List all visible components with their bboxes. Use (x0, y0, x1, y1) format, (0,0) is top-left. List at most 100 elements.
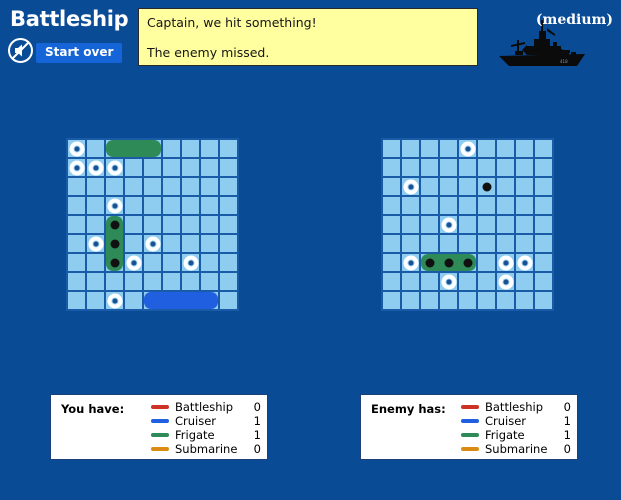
enemy-board[interactable] (381, 138, 554, 311)
enemy-cell[interactable] (497, 178, 514, 195)
enemy-cell[interactable] (535, 216, 552, 233)
player-cell[interactable] (106, 159, 123, 176)
enemy-cell[interactable] (535, 197, 552, 214)
enemy-cell[interactable] (535, 254, 552, 271)
player-cell[interactable] (220, 216, 237, 233)
enemy-cell[interactable] (459, 273, 476, 290)
player-cell[interactable] (125, 159, 142, 176)
player-cell[interactable] (220, 254, 237, 271)
enemy-cell[interactable] (440, 140, 457, 157)
enemy-cell[interactable] (383, 216, 400, 233)
player-cell[interactable] (220, 235, 237, 252)
enemy-cell[interactable] (459, 235, 476, 252)
player-cell[interactable] (68, 216, 85, 233)
player-board-grid[interactable] (68, 140, 237, 309)
enemy-cell[interactable] (516, 254, 533, 271)
enemy-cell[interactable] (402, 140, 419, 157)
player-cell[interactable] (220, 197, 237, 214)
enemy-cell[interactable] (421, 235, 438, 252)
enemy-cell[interactable] (421, 292, 438, 309)
enemy-cell[interactable] (535, 159, 552, 176)
player-cell[interactable] (182, 273, 199, 290)
player-cell[interactable] (144, 197, 161, 214)
enemy-cell[interactable] (535, 273, 552, 290)
enemy-cell[interactable] (440, 216, 457, 233)
player-cell[interactable] (220, 292, 237, 309)
enemy-cell[interactable] (383, 159, 400, 176)
player-cell[interactable] (163, 178, 180, 195)
enemy-cell[interactable] (383, 178, 400, 195)
player-cell[interactable] (144, 159, 161, 176)
player-cell[interactable] (201, 254, 218, 271)
player-cell[interactable] (68, 254, 85, 271)
enemy-cell[interactable] (516, 235, 533, 252)
player-cell[interactable] (163, 254, 180, 271)
enemy-cell[interactable] (478, 273, 495, 290)
enemy-cell[interactable] (402, 292, 419, 309)
enemy-cell[interactable] (478, 216, 495, 233)
player-cell[interactable] (87, 235, 104, 252)
enemy-cell[interactable] (459, 178, 476, 195)
player-cell[interactable] (220, 178, 237, 195)
player-cell[interactable] (144, 254, 161, 271)
enemy-cell[interactable] (402, 197, 419, 214)
player-cell[interactable] (87, 159, 104, 176)
enemy-cell[interactable] (440, 178, 457, 195)
enemy-cell[interactable] (497, 292, 514, 309)
enemy-cell[interactable] (421, 273, 438, 290)
player-cell[interactable] (68, 235, 85, 252)
player-cell[interactable] (125, 216, 142, 233)
player-cell[interactable] (87, 216, 104, 233)
speaker-muted-icon[interactable] (8, 38, 33, 63)
enemy-cell[interactable] (459, 216, 476, 233)
player-cell[interactable] (201, 197, 218, 214)
player-cell[interactable] (125, 235, 142, 252)
enemy-cell[interactable] (440, 292, 457, 309)
player-cell[interactable] (220, 159, 237, 176)
enemy-cell[interactable] (402, 159, 419, 176)
enemy-cell[interactable] (402, 254, 419, 271)
player-cell[interactable] (144, 235, 161, 252)
player-cell[interactable] (163, 140, 180, 157)
enemy-cell[interactable] (383, 273, 400, 290)
player-cell[interactable] (68, 292, 85, 309)
enemy-cell[interactable] (440, 159, 457, 176)
player-cell[interactable] (125, 178, 142, 195)
player-cell[interactable] (87, 254, 104, 271)
player-cell[interactable] (68, 273, 85, 290)
enemy-cell[interactable] (402, 178, 419, 195)
player-cell[interactable] (68, 197, 85, 214)
player-cell[interactable] (182, 235, 199, 252)
enemy-cell[interactable] (516, 159, 533, 176)
player-cell[interactable] (68, 159, 85, 176)
player-cell[interactable] (125, 254, 142, 271)
player-cell[interactable] (87, 292, 104, 309)
player-cell[interactable] (87, 273, 104, 290)
enemy-cell[interactable] (497, 273, 514, 290)
enemy-cell[interactable] (440, 273, 457, 290)
player-cell[interactable] (163, 273, 180, 290)
enemy-board-grid[interactable] (383, 140, 552, 309)
enemy-cell[interactable] (535, 235, 552, 252)
player-cell[interactable] (201, 235, 218, 252)
enemy-cell[interactable] (516, 292, 533, 309)
player-cell[interactable] (201, 216, 218, 233)
enemy-cell[interactable] (440, 235, 457, 252)
enemy-cell[interactable] (497, 216, 514, 233)
enemy-cell[interactable] (383, 197, 400, 214)
enemy-cell[interactable] (535, 178, 552, 195)
enemy-cell[interactable] (459, 197, 476, 214)
enemy-cell[interactable] (383, 292, 400, 309)
enemy-cell[interactable] (497, 235, 514, 252)
enemy-cell[interactable] (402, 216, 419, 233)
player-cell[interactable] (87, 178, 104, 195)
player-cell[interactable] (144, 273, 161, 290)
enemy-cell[interactable] (516, 273, 533, 290)
enemy-cell[interactable] (402, 235, 419, 252)
player-cell[interactable] (163, 216, 180, 233)
player-cell[interactable] (144, 216, 161, 233)
player-cell[interactable] (201, 273, 218, 290)
enemy-cell[interactable] (421, 159, 438, 176)
player-cell[interactable] (182, 159, 199, 176)
enemy-cell[interactable] (535, 292, 552, 309)
